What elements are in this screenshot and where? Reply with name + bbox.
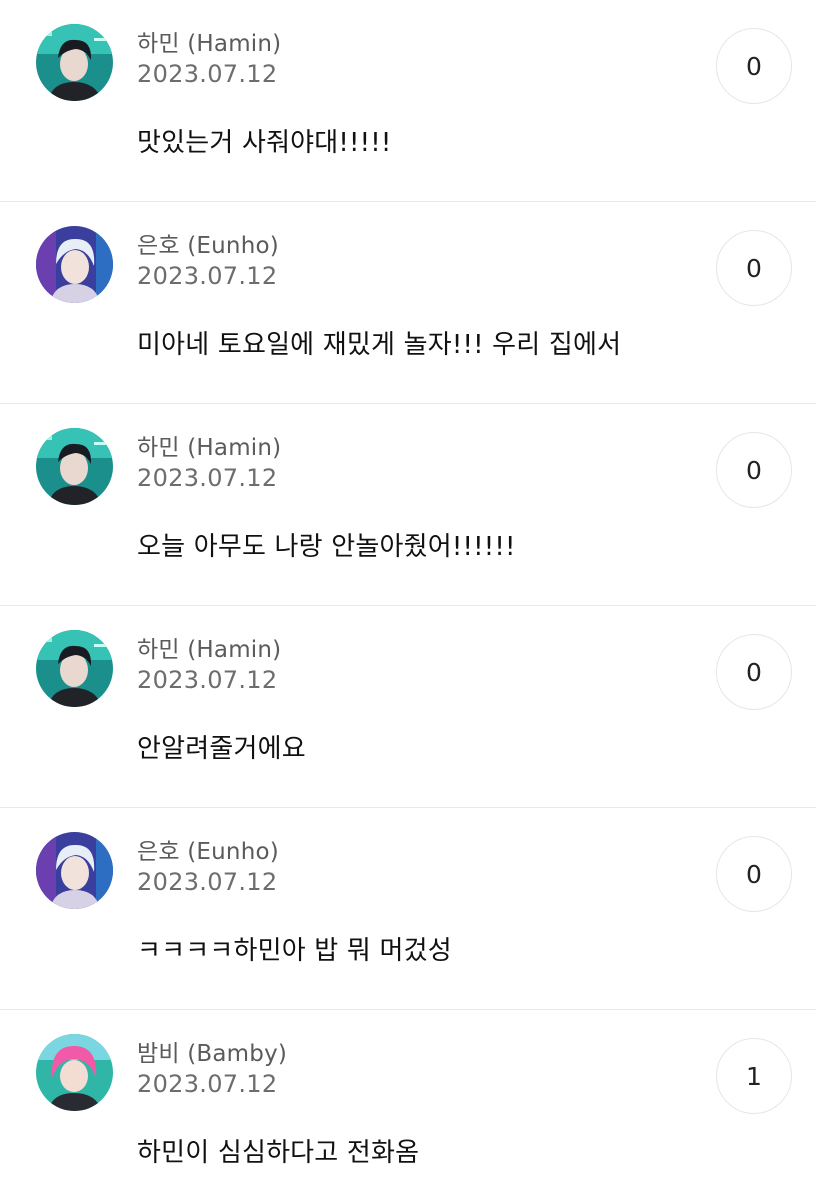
avatar[interactable] xyxy=(36,226,113,303)
comment-text: ㅋㅋㅋㅋ하민아 밥 뭐 머겄성 xyxy=(137,936,452,966)
avatar[interactable] xyxy=(36,832,113,909)
comment-author: 은호 (Eunho) xyxy=(137,233,279,259)
comment-item: 은호 (Eunho) 2023.07.12 0 ㅋㅋㅋㅋ하민아 밥 뭐 머겄성 xyxy=(0,808,816,1010)
comment-item: 밤비 (Bamby) 2023.07.12 1 하민이 심심하다고 전화옴 xyxy=(0,1010,816,1200)
comment-item: 하민 (Hamin) 2023.07.12 0 안알려줄거에요 xyxy=(0,606,816,808)
like-count-button[interactable]: 0 xyxy=(716,634,792,710)
avatar[interactable] xyxy=(36,1034,113,1111)
bamby-avatar-icon xyxy=(36,1034,113,1111)
comment-text: 맛있는거 사줘야대!!!!! xyxy=(137,128,392,158)
comment-date: 2023.07.12 xyxy=(137,464,278,492)
like-count-button[interactable]: 0 xyxy=(716,28,792,104)
comment-item: 은호 (Eunho) 2023.07.12 0 미아네 토요일에 재밌게 놀자!… xyxy=(0,202,816,404)
avatar[interactable] xyxy=(36,428,113,505)
comment-author: 밤비 (Bamby) xyxy=(137,1041,288,1067)
hamin-avatar-icon xyxy=(36,24,113,101)
avatar[interactable] xyxy=(36,24,113,101)
hamin-avatar-icon xyxy=(36,428,113,505)
comment-item: 하민 (Hamin) 2023.07.12 0 오늘 아무도 나랑 안놀아줬어!… xyxy=(0,404,816,606)
avatar[interactable] xyxy=(36,630,113,707)
comment-text: 미아네 토요일에 재밌게 놀자!!! 우리 집에서 xyxy=(137,330,622,360)
comment-text: 오늘 아무도 나랑 안놀아줬어!!!!!! xyxy=(137,532,516,562)
comment-author: 하민 (Hamin) xyxy=(137,637,282,663)
comment-list: 하민 (Hamin) 2023.07.12 0 맛있는거 사줘야대!!!!! 은… xyxy=(0,0,816,1200)
comment-date: 2023.07.12 xyxy=(137,60,278,88)
hamin-avatar-icon xyxy=(36,630,113,707)
comment-date: 2023.07.12 xyxy=(137,868,278,896)
comment-text: 안알려줄거에요 xyxy=(137,734,306,764)
comment-author: 은호 (Eunho) xyxy=(137,839,279,865)
comment-item: 하민 (Hamin) 2023.07.12 0 맛있는거 사줘야대!!!!! xyxy=(0,0,816,202)
eunho-avatar-icon xyxy=(36,226,113,303)
like-count-button[interactable]: 0 xyxy=(716,432,792,508)
like-count-button[interactable]: 1 xyxy=(716,1038,792,1114)
comment-author: 하민 (Hamin) xyxy=(137,31,282,57)
comment-author: 하민 (Hamin) xyxy=(137,435,282,461)
comment-date: 2023.07.12 xyxy=(137,666,278,694)
comment-date: 2023.07.12 xyxy=(137,1070,278,1098)
comment-date: 2023.07.12 xyxy=(137,262,278,290)
like-count-button[interactable]: 0 xyxy=(716,230,792,306)
eunho-avatar-icon xyxy=(36,832,113,909)
like-count-button[interactable]: 0 xyxy=(716,836,792,912)
comment-text: 하민이 심심하다고 전화옴 xyxy=(137,1138,420,1168)
